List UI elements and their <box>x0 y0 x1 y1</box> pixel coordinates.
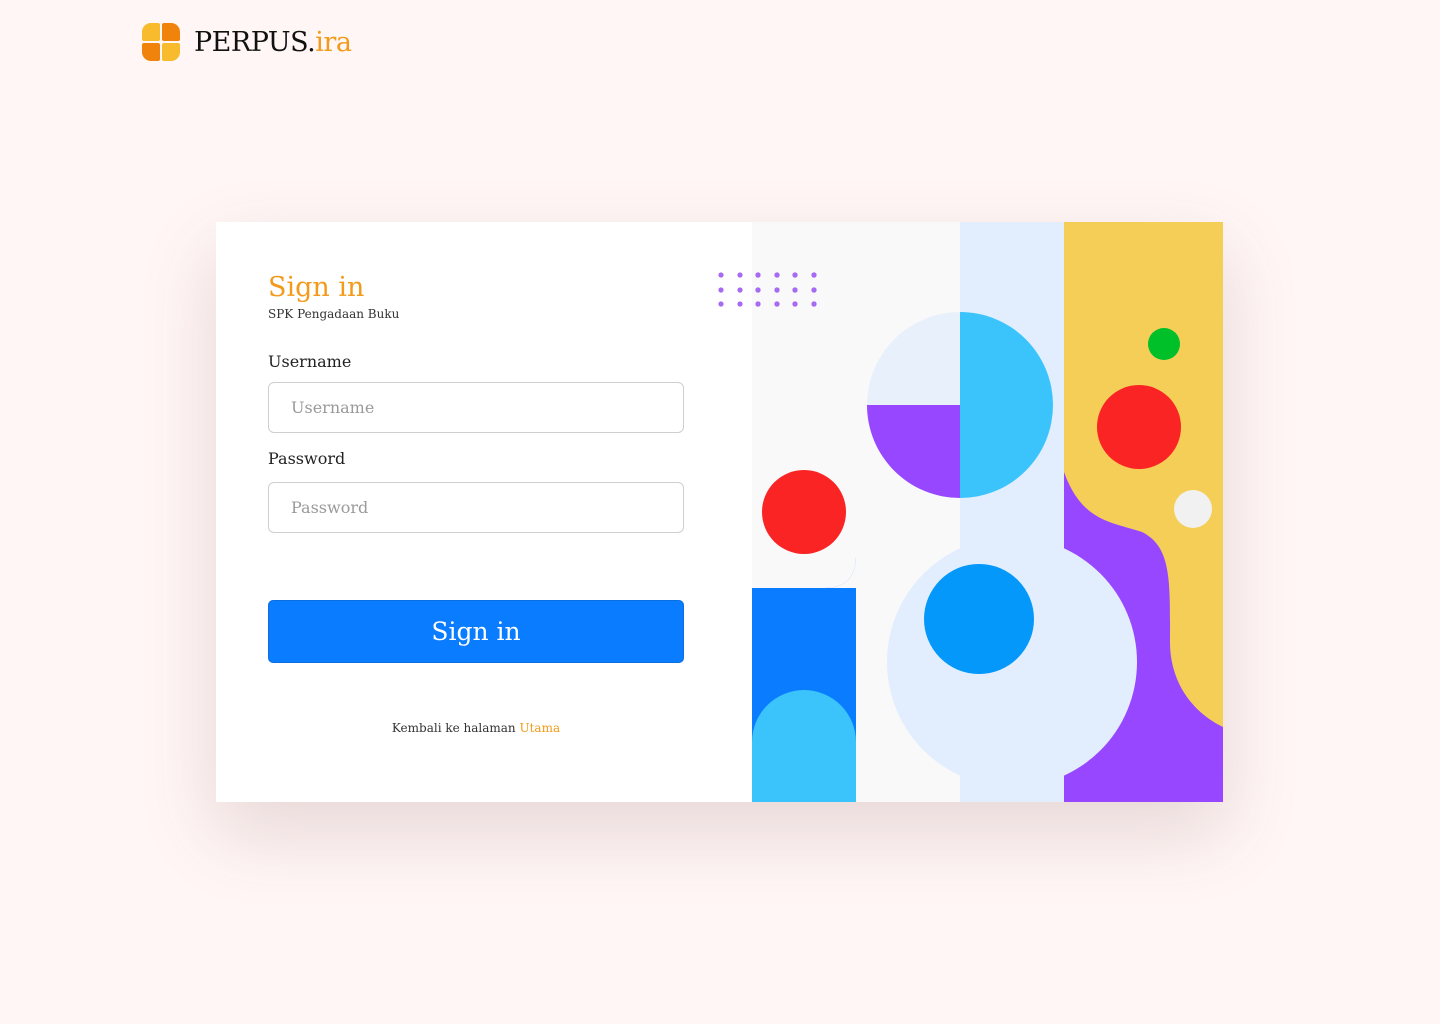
login-card: Sign in SPK Pengadaan Buku Username Pass… <box>216 222 1223 802</box>
brand-name: PERPUS.ira <box>194 26 352 58</box>
sign-in-button[interactable]: Sign in <box>268 600 684 663</box>
page-title: Sign in <box>268 272 365 303</box>
username-label: Username <box>268 352 352 371</box>
back-text: Kembali ke halaman <box>391 721 520 735</box>
four-petal-logo-icon <box>142 23 180 61</box>
brand-name-suffix: ira <box>315 26 352 58</box>
username-input[interactable] <box>268 382 684 433</box>
password-label: Password <box>268 449 346 468</box>
dot-grid-decoration <box>718 272 817 307</box>
brand-logo[interactable]: PERPUS.ira <box>142 23 352 61</box>
password-input[interactable] <box>268 482 684 533</box>
login-form: Sign in SPK Pengadaan Buku Username Pass… <box>216 222 752 802</box>
brand-name-main: PERPUS. <box>194 26 316 58</box>
page-subtitle: SPK Pengadaan Buku <box>268 307 400 321</box>
home-link[interactable]: Utama <box>519 721 560 735</box>
back-to-home: Kembali ke halaman Utama <box>216 721 736 735</box>
